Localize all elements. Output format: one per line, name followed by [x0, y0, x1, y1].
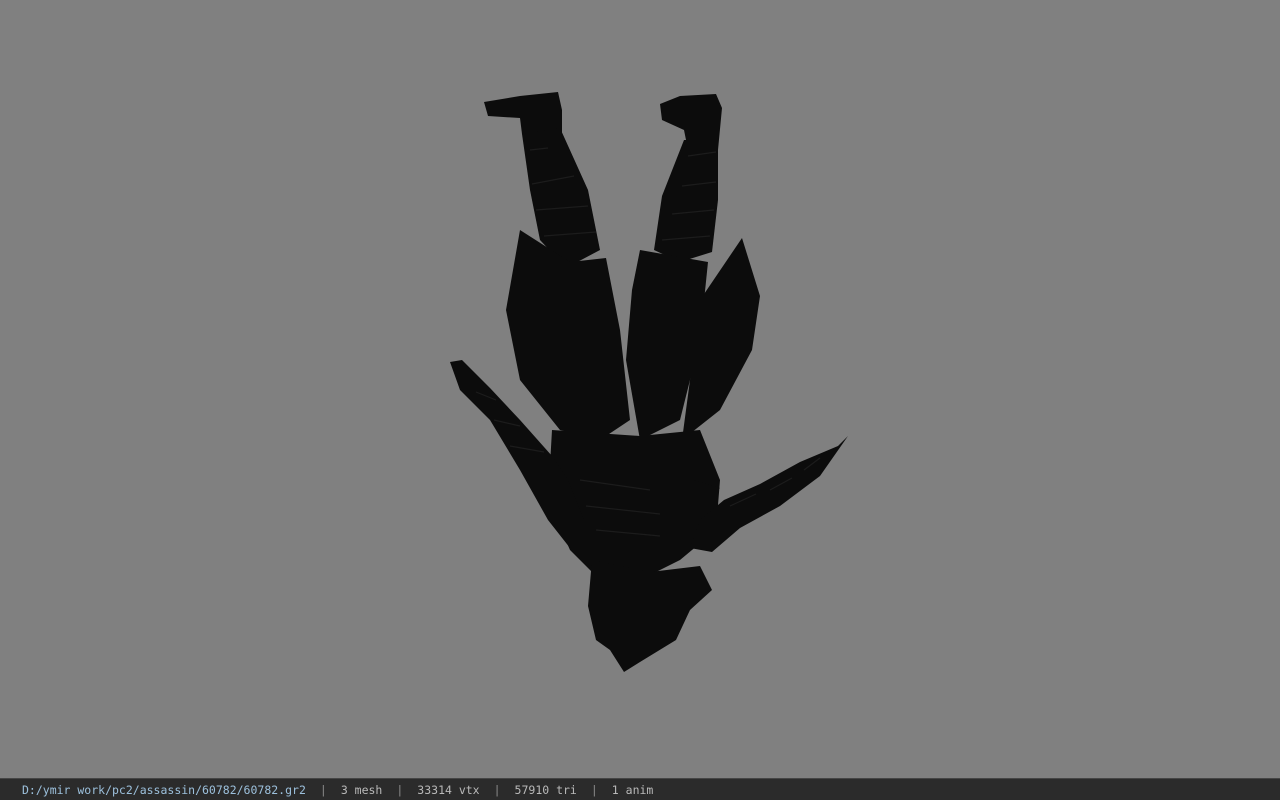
right-shin	[654, 140, 718, 262]
status-separator: |	[493, 783, 501, 797]
triangle-count-text: 57910 tri	[514, 783, 577, 797]
file-path-text: D:/ymir work/pc2/assassin/60782/60782.gr…	[22, 783, 306, 797]
status-separator: |	[396, 783, 404, 797]
mesh-count-text: 3 mesh	[340, 783, 383, 797]
hair	[588, 560, 712, 672]
3d-viewport[interactable]	[0, 0, 1280, 778]
left-thigh	[506, 230, 630, 440]
status-separator: |	[590, 783, 598, 797]
animation-count-text: 1 anim	[611, 783, 654, 797]
character-model-render[interactable]	[0, 0, 1280, 778]
status-separator: |	[319, 783, 327, 797]
vertex-count-text: 33314 vtx	[417, 783, 480, 797]
status-bar: D:/ymir work/pc2/assassin/60782/60782.gr…	[0, 778, 1280, 800]
